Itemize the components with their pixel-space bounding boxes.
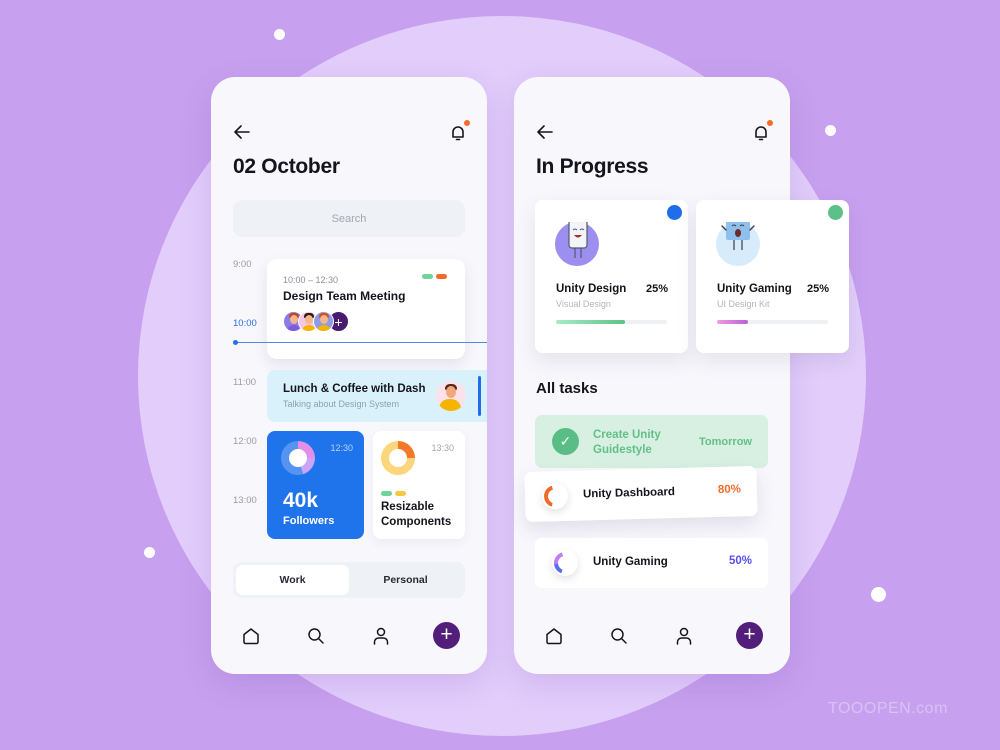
project-name: Unity Gaming xyxy=(717,283,792,295)
followers-count: 40k xyxy=(283,489,319,512)
avatar xyxy=(436,381,466,411)
decor-dot xyxy=(871,587,886,602)
back-arrow-icon[interactable] xyxy=(233,123,251,141)
search-icon[interactable] xyxy=(306,626,326,646)
meeting-tags xyxy=(422,274,447,279)
bottom-nav: + xyxy=(514,622,790,652)
project-card[interactable]: Unity Gaming 25% UI Design Kit xyxy=(696,200,849,353)
project-percent: 25% xyxy=(645,283,668,295)
task-name: Unity Gaming xyxy=(593,556,668,568)
event-title: Lunch & Coffee with Dash xyxy=(283,383,426,395)
event-subtitle: Talking about Design System xyxy=(283,399,400,409)
page-title: In Progress xyxy=(536,155,649,178)
progress-bar xyxy=(717,320,828,324)
task-item[interactable]: Unity Gaming 50% xyxy=(535,538,768,588)
card-time: 13:30 xyxy=(431,443,454,453)
profile-icon[interactable] xyxy=(674,626,694,646)
avatar xyxy=(313,311,334,332)
participant-avatars: + xyxy=(283,311,349,332)
checkmark-icon[interactable]: ✓ xyxy=(552,428,579,455)
time-label: 11:00 xyxy=(233,377,257,388)
current-time-dot xyxy=(233,340,238,345)
resizable-components-card[interactable]: 13:30 Resizable Components xyxy=(373,431,465,539)
donut-chart-icon xyxy=(281,441,315,475)
project-name: Unity Design xyxy=(556,283,627,295)
task-name: Create Unity Guidestyle xyxy=(593,429,661,456)
tag-green xyxy=(422,274,433,279)
folder-mascot-illustration xyxy=(716,218,760,266)
donut-chart-icon xyxy=(381,441,415,475)
page-title: 02 October xyxy=(233,155,340,178)
followers-card[interactable]: 12:30 40k Followers xyxy=(267,431,364,539)
meeting-title: Design Team Meeting xyxy=(283,289,406,303)
profile-icon[interactable] xyxy=(371,626,391,646)
decor-dot xyxy=(274,29,285,40)
notification-button[interactable] xyxy=(752,120,773,143)
meeting-time: 10:00 – 12:30 xyxy=(283,275,339,285)
task-percent: 80% xyxy=(717,483,742,496)
tab-work[interactable]: Work xyxy=(236,565,349,595)
progress-screen: In Progress Unity Design 25% Visual Desi… xyxy=(514,77,849,674)
event-indicator xyxy=(478,376,481,416)
notification-badge xyxy=(767,120,773,126)
bell-icon xyxy=(452,126,464,141)
progress-fill xyxy=(556,320,625,324)
search-icon[interactable] xyxy=(609,626,629,646)
status-dot xyxy=(667,205,682,220)
notification-badge xyxy=(464,120,470,126)
progress-ring-icon xyxy=(541,482,569,510)
task-item[interactable]: Unity Dashboard 80% xyxy=(524,465,758,523)
search-input[interactable] xyxy=(233,200,465,237)
bell-icon xyxy=(755,126,767,141)
task-name: Unity Dashboard xyxy=(582,486,676,501)
card-tags xyxy=(381,491,406,496)
time-label: 12:00 xyxy=(233,436,257,447)
project-percent: 25% xyxy=(806,283,829,295)
lunch-event-card[interactable]: Lunch & Coffee with Dash Talking about D… xyxy=(267,370,487,422)
tag-green xyxy=(381,491,392,496)
project-card[interactable]: Unity Design 25% Visual Design xyxy=(535,200,688,353)
meeting-card[interactable]: 10:00 – 12:30 Design Team Meeting + xyxy=(267,259,465,359)
project-subtitle: UI Design Kit xyxy=(717,299,770,309)
home-icon[interactable] xyxy=(241,626,261,646)
followers-label: Followers xyxy=(283,515,335,527)
notification-button[interactable] xyxy=(449,120,470,143)
decor-dot xyxy=(144,547,155,558)
section-title: All tasks xyxy=(536,380,598,397)
tab-personal[interactable]: Personal xyxy=(349,565,462,595)
add-button[interactable]: + xyxy=(433,622,460,649)
card-time: 12:30 xyxy=(330,443,353,453)
tag-yellow xyxy=(395,491,406,496)
task-item-completed[interactable]: ✓ Create Unity Guidestyle Tomorrow xyxy=(535,415,768,468)
watermark: TOOOPEN.com xyxy=(828,700,948,717)
task-due: Tomorrow xyxy=(699,436,752,448)
bottom-nav: + xyxy=(211,622,487,652)
status-dot xyxy=(828,205,843,220)
work-personal-toggle: Work Personal xyxy=(233,562,465,598)
card-title: Resizable Components xyxy=(381,501,452,528)
time-label: 9:00 xyxy=(233,259,252,270)
project-subtitle: Visual Design xyxy=(556,299,611,309)
progress-ring-icon xyxy=(552,550,578,576)
phone-mascot-illustration xyxy=(555,215,599,266)
add-button[interactable]: + xyxy=(736,622,763,649)
time-label: 13:00 xyxy=(233,495,257,506)
decor-dot xyxy=(825,125,836,136)
task-percent: 50% xyxy=(728,555,752,567)
progress-fill xyxy=(717,320,749,324)
time-label-current: 10:00 xyxy=(233,318,257,329)
calendar-screen: 02 October 9:00 10:00 11:00 12:00 13:00 … xyxy=(211,77,487,674)
home-icon[interactable] xyxy=(544,626,564,646)
current-time-line xyxy=(235,342,487,343)
progress-bar xyxy=(556,320,667,324)
back-arrow-icon[interactable] xyxy=(536,123,554,141)
tag-orange xyxy=(436,274,447,279)
